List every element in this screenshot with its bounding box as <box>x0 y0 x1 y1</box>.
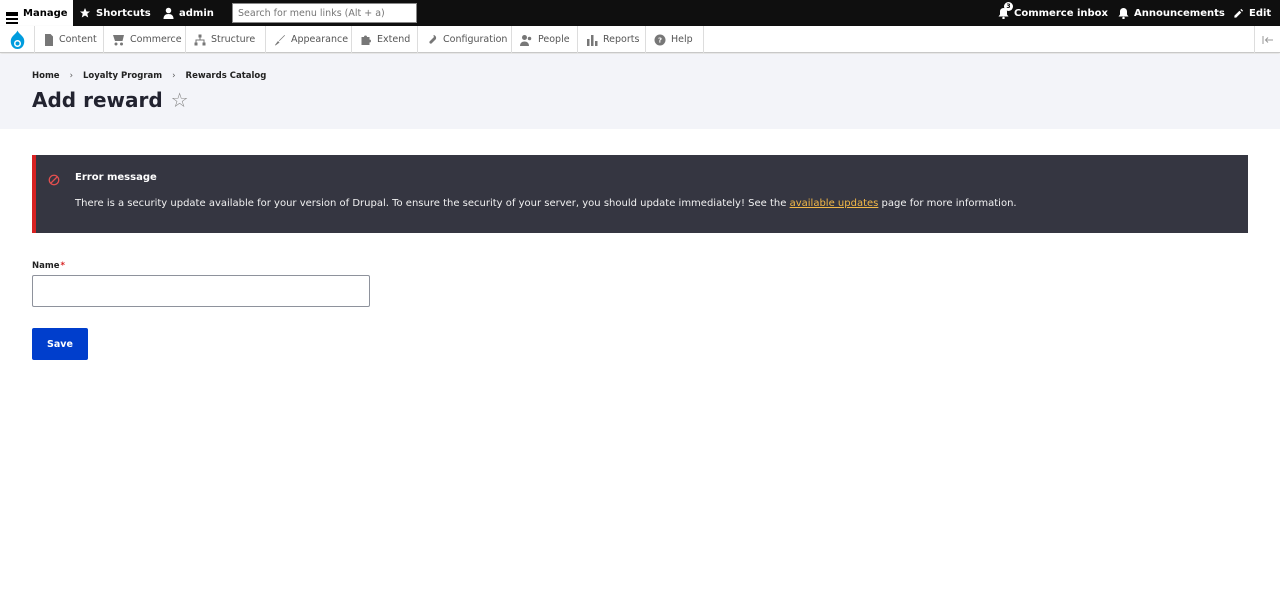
breadcrumb: Home › Loyalty Program › Rewards Catalog <box>32 71 266 81</box>
breadcrumb-loyalty-program[interactable]: Loyalty Program <box>83 71 162 81</box>
svg-text:?: ? <box>658 36 662 44</box>
menu-item-label: People <box>538 34 570 45</box>
menu-item-label: Extend <box>377 34 411 45</box>
shortcuts-label: Shortcuts <box>96 7 151 19</box>
name-label: Name* <box>32 261 65 271</box>
menu-item-people[interactable]: People <box>512 26 578 53</box>
menu-item-label: Reports <box>603 34 640 45</box>
help-icon: ? <box>654 34 666 46</box>
commerce-inbox-label: Commerce inbox <box>1014 7 1108 19</box>
page-title-row: Add reward ☆ <box>32 88 189 112</box>
edit-tab[interactable]: Edit <box>1233 0 1271 26</box>
manage-label: Manage <box>23 7 68 19</box>
menu-item-label: Commerce <box>130 34 182 45</box>
menu-item-label: Content <box>59 34 97 45</box>
collapse-tray-icon[interactable] <box>1254 26 1280 53</box>
menu-item-reports[interactable]: Reports <box>578 26 646 53</box>
bell-icon: 3 <box>998 2 1013 19</box>
user-tab[interactable]: admin <box>163 0 214 26</box>
menu-item-configuration[interactable]: Configuration <box>418 26 512 53</box>
error-icon <box>48 171 60 190</box>
announcement-bell-icon <box>1118 7 1129 19</box>
save-button[interactable]: Save <box>32 328 88 360</box>
breadcrumb-separator-icon: › <box>69 71 73 81</box>
error-message-text: There is a security update available for… <box>75 198 790 209</box>
people-icon <box>520 34 533 46</box>
star-icon <box>79 7 91 19</box>
menu-item-label: Structure <box>211 34 256 45</box>
menu-item-label: Help <box>671 34 693 45</box>
menu-item-commerce[interactable]: Commerce <box>104 26 186 53</box>
required-marker: * <box>60 261 65 271</box>
menu-item-extend[interactable]: Extend <box>352 26 418 53</box>
edit-label: Edit <box>1249 7 1272 19</box>
inbox-count-badge: 3 <box>1004 2 1013 11</box>
error-message: Error message There is a security update… <box>32 155 1248 233</box>
menu-item-label: Appearance <box>291 34 349 45</box>
puzzle-icon <box>360 34 372 46</box>
sitemap-icon <box>194 34 206 46</box>
document-icon <box>44 33 54 46</box>
store-icon <box>112 34 125 46</box>
available-updates-link[interactable]: available updates <box>790 198 879 209</box>
announcements-tab[interactable]: Announcements <box>1118 0 1225 26</box>
drupal-logo-icon[interactable] <box>0 26 35 53</box>
error-message-title: Error message <box>75 172 157 183</box>
top-toolbar: Manage Shortcuts admin 3 Commerce inbox … <box>0 0 1280 26</box>
menu-item-content[interactable]: Content <box>36 26 104 53</box>
breadcrumb-separator-icon: › <box>172 71 176 81</box>
name-label-text: Name <box>32 261 60 271</box>
menu-item-label: Configuration <box>443 34 508 45</box>
error-message-text-end: page for more information. <box>878 198 1017 209</box>
menu-item-structure[interactable]: Structure <box>186 26 266 53</box>
page-title: Add reward <box>32 88 163 112</box>
bar-chart-icon <box>586 34 598 46</box>
announcements-label: Announcements <box>1134 7 1225 19</box>
breadcrumb-home[interactable]: Home <box>32 71 60 81</box>
manage-tab[interactable]: Manage <box>0 0 73 26</box>
user-label: admin <box>179 7 214 19</box>
pencil-icon <box>1233 8 1244 19</box>
commerce-inbox-tab[interactable]: 3 Commerce inbox <box>998 0 1108 26</box>
admin-menu-tray: Content Commerce Structure Appearance Ex… <box>0 26 1280 53</box>
error-message-body: There is a security update available for… <box>75 198 1017 209</box>
shortcut-star-icon[interactable]: ☆ <box>171 88 189 112</box>
page-header: Home › Loyalty Program › Rewards Catalog… <box>0 54 1280 129</box>
wrench-icon <box>426 34 438 46</box>
user-icon <box>163 7 174 19</box>
menu-item-help[interactable]: ? Help <box>646 26 704 53</box>
breadcrumb-rewards-catalog[interactable]: Rewards Catalog <box>186 71 267 81</box>
name-input[interactable] <box>32 275 370 307</box>
hamburger-icon <box>6 10 18 24</box>
menu-item-appearance[interactable]: Appearance <box>266 26 352 53</box>
shortcuts-tab[interactable]: Shortcuts <box>79 0 151 26</box>
menu-search-input[interactable] <box>232 3 417 23</box>
brush-icon <box>274 34 286 46</box>
